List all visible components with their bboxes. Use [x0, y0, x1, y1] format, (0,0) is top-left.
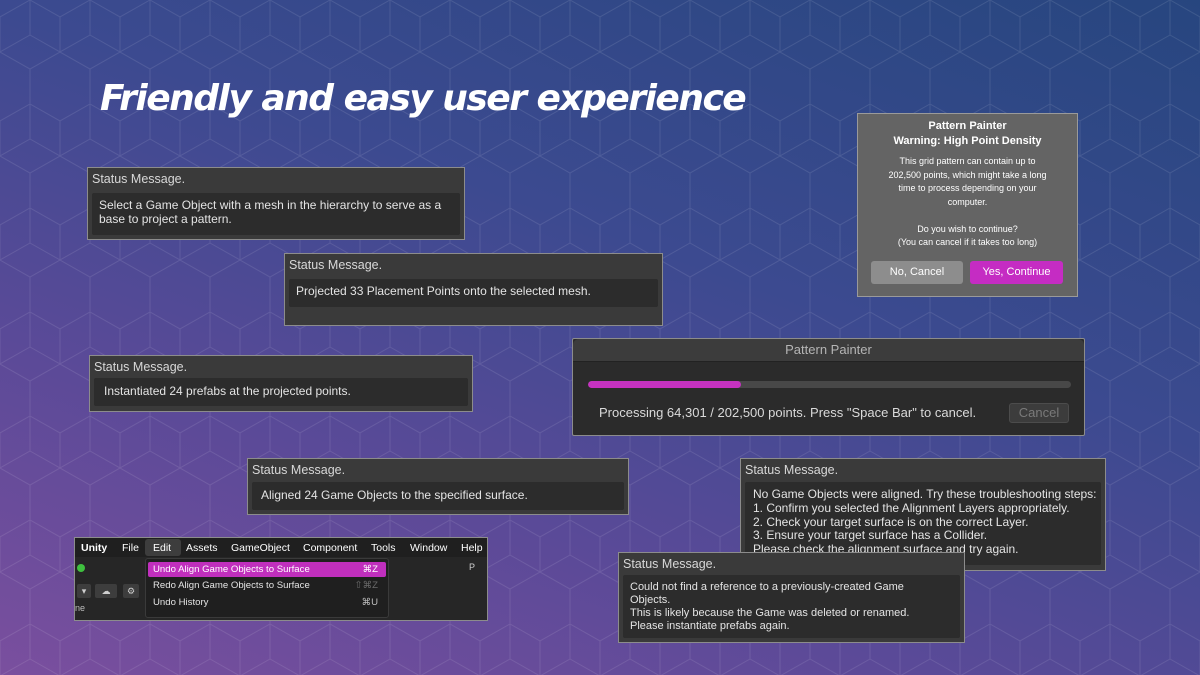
- dialog-subtitle: Warning: High Point Density: [893, 135, 1042, 147]
- status-message-body: Projected 33 Placement Points onto the s…: [289, 279, 658, 307]
- status-message-title: Status Message.: [94, 360, 188, 374]
- progress-message: Processing 64,301 / 202,500 points. Pres…: [599, 405, 977, 420]
- menu-tools[interactable]: Tools: [371, 542, 396, 554]
- status-message-title: Status Message.: [623, 557, 717, 571]
- status-dot-icon: [77, 564, 85, 572]
- menu-item-shortcut: ⌘U: [361, 597, 378, 608]
- status-message-line: 1. Confirm you selected the Alignment La…: [753, 500, 1070, 515]
- status-message-title: Status Message.: [252, 463, 346, 477]
- toolbar-fragment-right: P: [469, 562, 476, 572]
- menu-unity[interactable]: Unity: [81, 542, 107, 554]
- status-message-title: Status Message.: [745, 463, 839, 477]
- dialog-body: This grid pattern can contain up to 202,…: [858, 155, 1077, 250]
- menu-file[interactable]: File: [122, 542, 139, 554]
- dropdown-arrow-icon[interactable]: ▾: [77, 584, 91, 598]
- toolbar-fragment-text: ne: [75, 603, 86, 613]
- menu-edit[interactable]: Edit: [153, 542, 171, 554]
- status-message-line: Instantiated 24 prefabs at the projected…: [104, 384, 351, 398]
- menu-assets[interactable]: Assets: [186, 542, 218, 554]
- status-message-line: Could not find a reference to a previous…: [630, 581, 904, 593]
- status-message-line: 3. Ensure your target surface has a Coll…: [753, 528, 988, 543]
- status-message-title: Status Message.: [289, 258, 383, 272]
- status-message-body: Instantiated 24 prefabs at the projected…: [94, 378, 468, 406]
- settings-gear-icon[interactable]: ⚙: [123, 584, 139, 598]
- dialog-body-line: This grid pattern can contain up to: [899, 156, 1036, 166]
- status-message-select-mesh: Status Message. Select a Game Object wit…: [87, 167, 465, 240]
- status-message-line: 2. Check your target surface is on the c…: [753, 514, 1029, 529]
- menu-gameobject[interactable]: GameObject: [231, 542, 290, 554]
- status-message-line: Select a Game Object with a mesh in the …: [99, 198, 442, 212]
- dialog-body-line: time to process depending on your: [898, 183, 1037, 193]
- status-message-line: This is likely because the Game was dele…: [630, 607, 910, 619]
- progress-bar-fill: [588, 381, 742, 388]
- progress-cancel-button[interactable]: Cancel: [1009, 403, 1069, 423]
- cloud-icon[interactable]: ☁: [95, 584, 117, 598]
- status-message-projected: Status Message. Projected 33 Placement P…: [284, 253, 663, 326]
- status-message-body: Could not find a reference to a previous…: [623, 575, 960, 638]
- dialog-body-spacer: [858, 209, 1077, 223]
- progress-bar: [588, 381, 1071, 388]
- high-density-warning-dialog: Pattern Painter Warning: High Point Dens…: [857, 113, 1078, 297]
- menu-item-undo-align[interactable]: Undo Align Game Objects to Surface ⌘Z: [148, 562, 386, 577]
- status-message-line: Projected 33 Placement Points onto the s…: [296, 284, 591, 298]
- menu-help[interactable]: Help: [461, 542, 483, 554]
- dialog-body-line: (You can cancel if it takes too long): [897, 237, 1038, 247]
- menu-item-shortcut: ⌘Z: [362, 564, 378, 575]
- status-message-aligned: Status Message. Aligned 24 Game Objects …: [247, 458, 629, 515]
- dialog-body-line: 202,500 points, which might take a long: [888, 169, 1047, 180]
- status-message-line: Aligned 24 Game Objects to the specified…: [261, 488, 528, 502]
- yes-continue-button[interactable]: Yes, Continue: [970, 261, 1063, 284]
- menu-item-undo-history[interactable]: Undo History ⌘U: [148, 595, 386, 610]
- status-message-line: base to project a pattern.: [99, 211, 232, 226]
- status-message-instantiated: Status Message. Instantiated 24 prefabs …: [89, 355, 473, 412]
- menu-item-label: Redo Align Game Objects to Surface: [153, 580, 310, 591]
- unity-editor-menu-screenshot: Unity File Edit Assets GameObject Compon…: [74, 537, 488, 621]
- status-message-missing-reference: Status Message. Could not find a referen…: [618, 552, 965, 643]
- status-message-title: Status Message.: [92, 172, 186, 186]
- status-message-line: Objects.: [630, 594, 671, 606]
- menu-item-redo-align[interactable]: Redo Align Game Objects to Surface ⇧⌘Z: [148, 578, 386, 593]
- menu-component[interactable]: Component: [303, 542, 357, 554]
- progress-dialog-title: Pattern Painter: [573, 339, 1084, 362]
- dialog-body-line: Do you wish to continue?: [917, 223, 1018, 234]
- menu-item-label: Undo History: [153, 597, 209, 608]
- status-message-body: Select a Game Object with a mesh in the …: [92, 193, 460, 235]
- menu-item-label: Undo Align Game Objects to Surface: [153, 564, 310, 575]
- menu-window[interactable]: Window: [410, 542, 447, 554]
- status-message-line: No Game Objects were aligned. Try these …: [753, 487, 1097, 501]
- menu-item-shortcut: ⇧⌘Z: [354, 580, 379, 591]
- dialog-title: Pattern Painter: [928, 120, 1007, 132]
- no-cancel-button[interactable]: No, Cancel: [871, 261, 963, 284]
- unity-menubar: Unity File Edit Assets GameObject Compon…: [75, 538, 487, 557]
- page-headline: Friendly and easy user experience: [100, 78, 747, 119]
- edit-dropdown-menu: Undo Align Game Objects to Surface ⌘Z Re…: [145, 558, 389, 618]
- status-message-body: Aligned 24 Game Objects to the specified…: [252, 482, 624, 510]
- processing-progress-dialog: Pattern Painter Processing 64,301 / 202,…: [572, 338, 1085, 436]
- status-message-line: Please instantiate prefabs again.: [630, 620, 790, 632]
- dialog-body-line: computer.: [947, 196, 988, 207]
